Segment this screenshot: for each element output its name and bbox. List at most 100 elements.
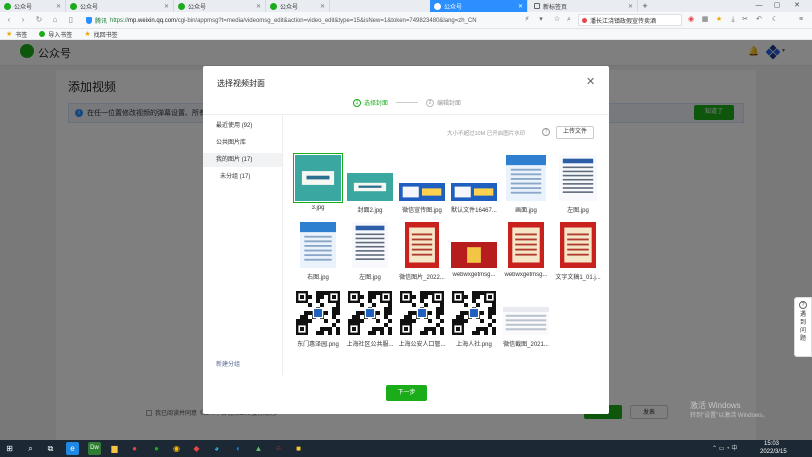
image-thumbnail[interactable]: 微信截图_2021... [503, 289, 549, 349]
bookmark-item[interactable]: ★ 书签 [6, 30, 27, 39]
thumbnail-caption: 东门惠泽园.png [297, 342, 339, 348]
chrome-app-icon[interactable]: ◉ [170, 442, 183, 455]
back-icon[interactable]: ‹ [4, 15, 14, 25]
forward-icon[interactable]: › [18, 15, 28, 25]
image-thumbnail[interactable]: 画面.jpg [503, 155, 549, 215]
image-thumbnail[interactable]: 上海公安人口管... [398, 289, 446, 349]
image-thumbnail[interactable]: 文字文稿1_01.j... [555, 222, 601, 282]
image-thumbnail[interactable]: 上海人社.png [451, 289, 497, 349]
thumbnail-caption: 微信图片_2022... [399, 275, 445, 281]
menu-icon[interactable]: ≡ [796, 15, 806, 25]
browser-tab[interactable]: 公众号 ✕ [174, 0, 266, 12]
image-thumbnail[interactable]: 东门惠泽园.png [295, 289, 341, 349]
system-tray[interactable]: ⌃ ▭ ◔ 中 [712, 443, 737, 452]
close-tab-icon[interactable]: ✕ [164, 3, 169, 10]
sidebar-item-recent[interactable]: 最近使用 (92) [203, 119, 282, 133]
yellow-app-icon[interactable]: ■ [292, 442, 305, 455]
folder-app-icon[interactable]: ▆ [108, 442, 121, 455]
minimize-window-button[interactable]: — [752, 0, 766, 12]
close-tab-icon[interactable]: ✕ [56, 3, 61, 10]
url-path: /cgi-bin/appmsg?t=media/videomsg_edit&ac… [176, 17, 477, 24]
image-thumbnail[interactable]: 默认文件16467... [451, 155, 497, 215]
favorites-icon[interactable]: ★ [714, 15, 724, 25]
thumbnail-image [348, 291, 392, 335]
red-app-icon[interactable]: ◆ [190, 442, 203, 455]
image-group-sidebar: 最近使用 (92) 公共图片库 我的图片 (17) 未分组 (17) [203, 115, 283, 375]
image-thumbnail[interactable]: webwxgetmsg... [503, 222, 549, 282]
image-thumbnail[interactable]: 上海社区公共服... [346, 289, 394, 349]
home-icon[interactable]: ⌂ [50, 15, 60, 25]
bookmark-item[interactable]: 导入书签 [39, 30, 72, 39]
clock-date[interactable]: 2022/3/15 [760, 449, 787, 455]
refresh-icon[interactable]: ↻ [34, 15, 44, 25]
dreamweaver-app-icon[interactable]: Dw [88, 442, 101, 455]
green-app-icon[interactable]: ▲ [252, 442, 265, 455]
wechat-tab-icon [70, 2, 77, 10]
browser-tab[interactable]: 新标签页 ✕ [530, 0, 638, 12]
browser-tab[interactable]: 公众号 ✕ [66, 0, 174, 12]
media-app-icon[interactable]: ● [128, 442, 141, 455]
sidebar-item-count: (17) [241, 157, 253, 163]
step-label: 编辑封面 [437, 101, 462, 107]
search-icon[interactable]: ⌕ [24, 442, 37, 455]
star-bookmark-icon[interactable]: ☆ [552, 15, 562, 25]
image-thumbnail[interactable]: 3.jpg [293, 153, 343, 215]
import-icon [39, 31, 46, 37]
bolt-icon[interactable]: ⚡ [522, 15, 532, 25]
clock-time[interactable]: 15:03 [764, 441, 779, 447]
sidebar-toggle-icon[interactable]: ▯ [66, 15, 76, 25]
image-thumbnail[interactable]: 微信图片_2022... [399, 222, 445, 282]
sidebar-item-public-library[interactable]: 公共图片库 [203, 136, 282, 150]
browser-tab[interactable]: 公众号 ✕ [0, 0, 66, 12]
wechat-tab-icon [178, 2, 185, 10]
thumbnail-image [400, 291, 444, 335]
image-thumbnail[interactable]: 右图.jpg [295, 222, 341, 282]
news-search-box[interactable]: 潘长江浇镇政假宣传卖酒 [578, 14, 682, 26]
image-thumbnail[interactable]: 微信宣传图.jpg [399, 155, 445, 215]
close-tab-icon[interactable]: ✕ [628, 3, 633, 10]
url-field[interactable]: 腾讯 https:// mp.weixin.qq.com /cgi-bin/ap… [86, 14, 518, 27]
browser-app-icon[interactable]: e [66, 442, 79, 455]
next-step-button[interactable]: 下一步 [386, 385, 427, 401]
close-window-button[interactable]: ✕ [790, 0, 804, 12]
new-group-link[interactable]: 新建分组 [216, 359, 240, 368]
image-thumbnail[interactable]: 封面2.jpg [347, 155, 393, 215]
search-icon[interactable]: ⌕ [564, 15, 574, 25]
download-icon[interactable]: ⤓ [728, 15, 738, 25]
close-icon[interactable]: ✕ [586, 75, 595, 88]
browser-tab[interactable]: 公众号 ✕ [266, 0, 330, 12]
dots-app-icon[interactable]: ⁘ [272, 442, 285, 455]
url-scheme: https:// [110, 17, 129, 24]
image-thumbnail[interactable]: 左图.jpg [347, 222, 393, 282]
close-tab-icon[interactable]: ✕ [320, 3, 325, 10]
extensions-icon[interactable]: ▦ [700, 15, 710, 25]
image-thumbnail[interactable]: webwxgetmsg... [451, 222, 497, 282]
game-icon[interactable]: ◉ [686, 15, 696, 25]
blue-app-icon[interactable]: ◐ [232, 442, 245, 455]
image-thumbnail[interactable]: 左图.jpg [555, 155, 601, 215]
feedback-widget[interactable]: ? 遇到问题 [794, 297, 812, 357]
sidebar-item-my-images[interactable]: 我的图片 (17) [203, 153, 282, 167]
address-toolbar: ‹ › ↻ ⌂ ▯ 腾讯 https:// mp.weixin.qq.com /… [0, 12, 812, 29]
bookmark-item[interactable]: ★ 找回书签 [84, 30, 117, 39]
cut-icon[interactable]: ✂ [740, 15, 750, 25]
new-tab-page-icon [534, 3, 540, 9]
thumbnail-caption: 微信截图_2021... [503, 342, 549, 348]
edge-app-icon[interactable]: ◕ [210, 442, 223, 455]
upload-file-button[interactable]: 上传文件 [556, 126, 594, 139]
thumbnail-image [347, 173, 393, 201]
close-tab-icon[interactable]: ✕ [518, 3, 523, 10]
night-mode-icon[interactable]: ☾ [770, 15, 780, 25]
maximize-window-button[interactable]: ▢ [770, 0, 784, 12]
dropdown-icon[interactable]: ▾ [536, 15, 546, 25]
help-icon[interactable]: ? [542, 128, 550, 136]
new-tab-button[interactable]: + [640, 0, 650, 12]
task-view-icon[interactable]: ⧉ [44, 442, 57, 455]
sidebar-item-ungrouped[interactable]: 未分组 (17) [203, 170, 282, 184]
wechat-app-icon[interactable]: ● [150, 442, 163, 455]
windows-start-icon[interactable]: ⊞ [3, 442, 16, 455]
undo-icon[interactable]: ↶ [754, 15, 764, 25]
close-tab-icon[interactable]: ✕ [256, 3, 261, 10]
browser-tab-active[interactable]: 公众号 ✕ [430, 0, 528, 12]
thumbnail-caption: 左图.jpg [359, 275, 381, 281]
